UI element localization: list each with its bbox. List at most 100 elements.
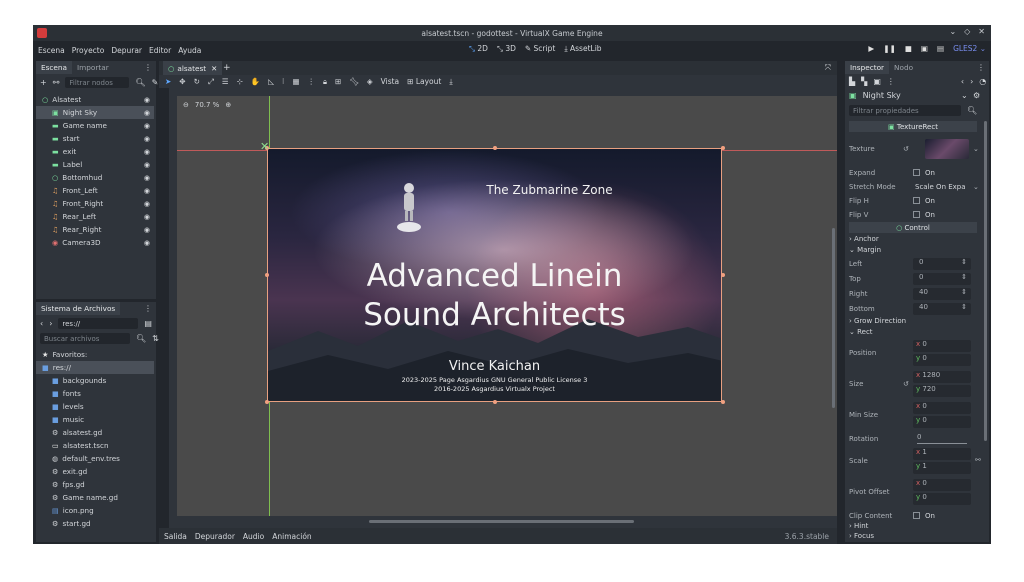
- search-icon[interactable]: 🔍︎: [967, 106, 977, 115]
- tree-item[interactable]: ▣ Night Sky ◉: [36, 106, 154, 119]
- grid-snap-icon[interactable]: ▦: [292, 77, 299, 86]
- visibility-icon[interactable]: ◉: [144, 174, 150, 182]
- vertical-scrollbar[interactable]: [832, 228, 835, 408]
- tree-item[interactable]: ▬ exit ◉: [36, 145, 154, 158]
- zoom-level[interactable]: 70.7 %: [195, 101, 219, 109]
- forward-icon[interactable]: ›: [49, 319, 52, 328]
- margin-spinbox[interactable]: 0 ⇕: [913, 272, 971, 285]
- tree-item[interactable]: ■ res://: [36, 361, 154, 374]
- menu-editor[interactable]: Editor: [149, 46, 171, 55]
- revert-icon[interactable]: ↺: [903, 145, 909, 153]
- anchor-group[interactable]: › Anchor: [849, 235, 879, 243]
- visibility-icon[interactable]: ◉: [144, 161, 150, 169]
- margin-group[interactable]: ⌄ Margin: [849, 246, 881, 254]
- pivot-x-field[interactable]: x 0: [913, 479, 971, 491]
- close-tab-icon[interactable]: ✕: [211, 64, 217, 73]
- horizontal-scrollbar[interactable]: [369, 520, 634, 523]
- dock-menu-icon[interactable]: ⋮: [144, 63, 152, 72]
- size-y-field[interactable]: y 720: [913, 385, 971, 397]
- resize-handle[interactable]: [721, 273, 725, 277]
- mode-3d-button[interactable]: ⤡ 3D: [497, 44, 516, 54]
- save-resource-icon[interactable]: ▣: [873, 77, 881, 86]
- mode-script-button[interactable]: ✎ Script: [525, 44, 555, 54]
- night-sky-texture[interactable]: The Zubmarine Zone Advanced Linein Sound…: [267, 148, 722, 402]
- minimize-icon[interactable]: ⌄: [949, 27, 956, 36]
- snap-icon[interactable]: ⁝: [282, 77, 284, 86]
- tab-alsatest[interactable]: ○ alsatest ✕: [163, 61, 223, 75]
- stretch-mode-select[interactable]: Scale On Expa: [915, 183, 966, 191]
- resize-handle[interactable]: [721, 400, 725, 404]
- tree-item[interactable]: ♫ Rear_Right ◉: [36, 223, 154, 236]
- tree-item[interactable]: ⚙ Game name.gd: [36, 491, 154, 504]
- resize-handle[interactable]: [265, 273, 269, 277]
- clip-content-checkbox[interactable]: [913, 512, 920, 519]
- visibility-icon[interactable]: ◉: [144, 200, 150, 208]
- scale-x-field[interactable]: x 1: [913, 448, 971, 460]
- tree-item[interactable]: ▬ Label ◉: [36, 158, 154, 171]
- resize-handle[interactable]: [721, 146, 725, 150]
- list-tool-icon[interactable]: ☰: [222, 77, 229, 86]
- tree-item[interactable]: ⚙ alsatest.gd: [36, 426, 154, 439]
- back-icon[interactable]: ‹: [40, 319, 43, 328]
- zoom-out-icon[interactable]: ⊖: [183, 101, 189, 109]
- filter-nodes-input[interactable]: Filtrar nodos: [65, 77, 130, 88]
- focus-group[interactable]: › Focus: [849, 532, 874, 540]
- history-icon[interactable]: ◔: [979, 77, 986, 86]
- tree-item[interactable]: ♫ Front_Right ◉: [36, 197, 154, 210]
- spinner-icon[interactable]: ⇕: [961, 303, 967, 311]
- tab-nodo[interactable]: Nodo: [889, 61, 918, 74]
- play-scene-icon[interactable]: ▣: [921, 44, 928, 53]
- spinner-icon[interactable]: ⇕: [961, 288, 967, 296]
- tree-item[interactable]: ▭ alsatest.tscn: [36, 439, 154, 452]
- ruler-tool-icon[interactable]: ◺: [268, 77, 274, 86]
- more-icon[interactable]: ⋮: [308, 77, 316, 86]
- tree-item[interactable]: ○ Alsatest ◉: [36, 93, 154, 106]
- flip-h-checkbox[interactable]: [913, 197, 920, 204]
- add-node-icon[interactable]: +: [40, 78, 47, 87]
- open-resource-icon[interactable]: ▚: [861, 77, 867, 86]
- visibility-icon[interactable]: ◉: [144, 187, 150, 195]
- tree-item[interactable]: ⚙ start.gd: [36, 517, 154, 530]
- vista-menu[interactable]: Vista: [381, 77, 400, 86]
- object-props-icon[interactable]: ⚙: [973, 91, 980, 100]
- inspector-menu-icon[interactable]: ⋮: [977, 63, 985, 72]
- rect-group[interactable]: ⌄ Rect: [849, 328, 873, 336]
- tree-item[interactable]: ⚙ exit.gd: [36, 465, 154, 478]
- menu-escena[interactable]: Escena: [38, 46, 65, 55]
- tab-audio[interactable]: Audio: [243, 532, 264, 541]
- tab-animacion[interactable]: Animación: [272, 532, 311, 541]
- inspector-scrollbar[interactable]: [984, 121, 987, 441]
- scale-tool-icon[interactable]: ⤢: [208, 77, 214, 87]
- pan-tool-icon[interactable]: ✋: [251, 77, 260, 86]
- grow-direction-group[interactable]: › Grow Direction: [849, 317, 906, 325]
- view-toggle-icon[interactable]: ▤: [144, 319, 152, 328]
- pivot-tool-icon[interactable]: ⊹: [237, 77, 243, 86]
- bone-icon[interactable]: 🦴︎: [349, 77, 359, 86]
- tab-depurador[interactable]: Depurador: [195, 532, 235, 541]
- tab-inspector[interactable]: Inspector: [845, 61, 890, 74]
- min-size-y-field[interactable]: y 0: [913, 416, 971, 428]
- lock-icon[interactable]: 🔒︎: [323, 77, 327, 87]
- select-tool-icon[interactable]: ➤: [165, 77, 171, 86]
- mode-assetlib-button[interactable]: ⤓ AssetLib: [564, 44, 601, 54]
- tree-item[interactable]: ♫ Rear_Left ◉: [36, 210, 154, 223]
- margin-spinbox[interactable]: 40 ⇕: [913, 287, 971, 300]
- inspected-node[interactable]: Night Sky: [863, 91, 901, 100]
- layout-menu[interactable]: ⊞ Layout: [407, 77, 441, 86]
- pause-icon[interactable]: ❚❚: [883, 44, 896, 53]
- move-tool-icon[interactable]: ✥: [179, 77, 185, 86]
- anchor-icon[interactable]: ⤓: [449, 77, 452, 87]
- tree-item[interactable]: ⚙ fps.gd: [36, 478, 154, 491]
- new-tab-icon[interactable]: +: [223, 63, 231, 73]
- tab-escena[interactable]: Escena: [36, 61, 73, 74]
- canvas-viewport[interactable]: ⊖ 70.7 % ⊕ The Zubmarine Zone Advanced L…: [169, 88, 837, 516]
- visibility-icon[interactable]: ◉: [144, 226, 150, 234]
- position-y-field[interactable]: y 0: [913, 354, 971, 366]
- new-resource-icon[interactable]: ▙: [849, 77, 855, 86]
- spinner-icon[interactable]: ⇕: [961, 258, 967, 266]
- fs-menu-icon[interactable]: ⋮: [144, 304, 152, 313]
- play-icon[interactable]: ▶: [868, 44, 874, 53]
- script-icon[interactable]: ✎: [152, 78, 159, 87]
- scale-y-field[interactable]: y 1: [913, 462, 971, 474]
- visibility-icon[interactable]: ◉: [144, 135, 150, 143]
